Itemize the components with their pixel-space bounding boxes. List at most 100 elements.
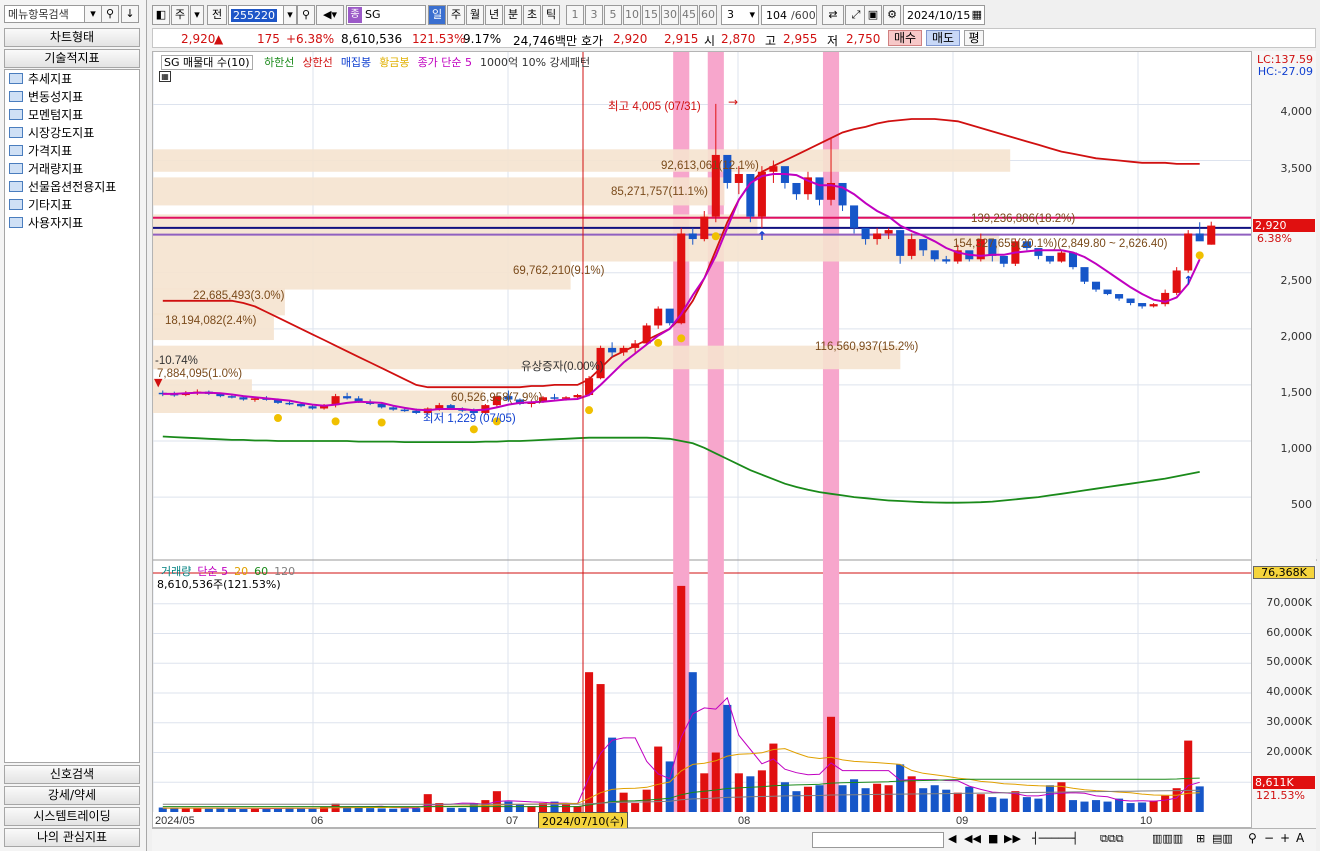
eval-button[interactable]: 평 bbox=[964, 30, 984, 46]
volume-profile-label: 92,613,061(12.1%) bbox=[661, 160, 759, 172]
menu-search-input[interactable]: 메뉴항목검색 bbox=[4, 5, 96, 23]
interval-tab[interactable]: 1 bbox=[566, 5, 584, 25]
interval-tab[interactable]: 10 bbox=[623, 5, 641, 25]
compare-button[interactable]: ⇄ bbox=[822, 5, 844, 25]
candle-body bbox=[1045, 255, 1054, 262]
tree-item[interactable]: 시장강도지표 bbox=[5, 124, 139, 142]
volume-ratio: 121.53% bbox=[412, 32, 466, 46]
legend-item[interactable]: 1000억 10% 강세패턴 bbox=[480, 56, 590, 69]
save-button[interactable]: ▣ bbox=[864, 5, 882, 25]
layout-icon[interactable]: ▥▥▥ bbox=[1152, 832, 1183, 845]
tree-item[interactable]: 선물옵션전용지표 bbox=[5, 178, 139, 196]
quote-bar: 2,920 ▲ 175 +6.38% 8,610,536 121.53% 9.1… bbox=[152, 28, 1316, 48]
sound-button[interactable]: ◀▾ bbox=[316, 5, 344, 25]
layout-button[interactable]: ◧ bbox=[152, 5, 170, 25]
volume-bar bbox=[585, 672, 594, 812]
period-tab[interactable]: 주 bbox=[447, 5, 465, 25]
legend-item[interactable]: 매집봉 bbox=[341, 56, 371, 69]
zoom-in-icon[interactable]: + bbox=[1280, 831, 1290, 845]
volume-bar bbox=[1068, 800, 1078, 812]
tree-item[interactable]: 가격지표 bbox=[5, 142, 139, 160]
dropdown-button[interactable]: ▾ bbox=[84, 5, 102, 23]
legend-item[interactable]: 하한선 bbox=[264, 56, 294, 69]
candle-body bbox=[792, 182, 801, 195]
signal-search-button[interactable]: 신호검색 bbox=[4, 765, 140, 784]
period-tab[interactable]: 초 bbox=[523, 5, 541, 25]
zoom-out-icon[interactable]: − bbox=[1264, 831, 1274, 845]
technical-indicator-tab[interactable]: 기술적지표 bbox=[4, 49, 140, 68]
zoom-slider[interactable]: ┤─────┤ bbox=[1032, 832, 1078, 845]
search-icon: ⚲ bbox=[105, 7, 115, 20]
tree-item[interactable]: 거래량지표 bbox=[5, 160, 139, 178]
stop-icon[interactable]: ■ bbox=[988, 832, 998, 845]
interval-tab[interactable]: 60 bbox=[699, 5, 717, 25]
period-tab[interactable]: 틱 bbox=[542, 5, 560, 25]
tree-item-label: 거래량지표 bbox=[28, 162, 84, 176]
buy-button[interactable]: 매수 bbox=[888, 30, 922, 46]
code-dropdown[interactable]: ▾ bbox=[283, 5, 297, 25]
system-trading-button[interactable]: 시스템트레이딩 bbox=[4, 807, 140, 826]
chart-scrollbar[interactable] bbox=[812, 832, 944, 848]
candle-body bbox=[400, 409, 409, 412]
search-button[interactable]: ⚲ bbox=[101, 5, 119, 23]
chart-panel[interactable]: ↑ ↑ 92,613,061(12.1%) 85,271,757(11.1%) 139,… bbox=[152, 51, 1317, 830]
stock-code-input[interactable]: 255220 bbox=[228, 5, 284, 25]
tree-item[interactable]: 모멘텀지표 bbox=[5, 106, 139, 124]
font-size-icon[interactable]: A bbox=[1296, 831, 1304, 845]
tree-item[interactable]: 기타지표 bbox=[5, 196, 139, 214]
stock-name-field[interactable]: 종 SG bbox=[346, 5, 426, 25]
chevron-down-icon[interactable]: ▾ bbox=[190, 5, 204, 25]
candle-body bbox=[608, 347, 617, 353]
tile-icon[interactable]: ▤▥ bbox=[1212, 832, 1233, 845]
grid-icon[interactable]: ⊞ bbox=[1196, 832, 1205, 845]
date-tick-label: 06 bbox=[311, 815, 323, 827]
legend-item[interactable]: 황금봉 bbox=[379, 56, 409, 69]
window-icon[interactable]: ⧉⧉⧉ bbox=[1100, 832, 1124, 846]
volume-tick-label: 40,000K bbox=[1266, 685, 1312, 698]
forward-icon[interactable]: ▶▶ bbox=[1004, 832, 1021, 845]
period-tab[interactable]: 분 bbox=[504, 5, 522, 25]
price-tick-label: 2,000 bbox=[1280, 329, 1313, 343]
prev-end-icon[interactable]: ◀ bbox=[948, 832, 956, 845]
code-search-button[interactable]: ⚲ bbox=[297, 5, 315, 25]
table-icon[interactable]: ▦ bbox=[159, 71, 171, 82]
legend-item[interactable]: 종가 단순 5 bbox=[418, 56, 472, 69]
legend-item[interactable]: 상한선 bbox=[302, 56, 332, 69]
chart-canvas[interactable]: ↑ ↑ 92,613,061(12.1%) 85,271,757(11.1%) 139,… bbox=[153, 52, 1317, 829]
candle-body bbox=[389, 407, 398, 410]
period-tab[interactable]: 년 bbox=[485, 5, 503, 25]
interval-tab[interactable]: 5 bbox=[604, 5, 622, 25]
volume-bar bbox=[250, 808, 259, 812]
tree-item[interactable]: 사용자지표 bbox=[5, 214, 139, 232]
tree-item-label: 추세지표 bbox=[28, 72, 73, 86]
tree-item-label: 사용자지표 bbox=[28, 216, 84, 230]
tree-item[interactable]: 추세지표 bbox=[5, 70, 139, 88]
candle-body bbox=[1068, 252, 1078, 268]
tree-item[interactable]: 변동성지표 bbox=[5, 88, 139, 106]
prev-toggle[interactable]: 전 bbox=[207, 5, 227, 25]
zoom-icon[interactable]: ⚲ bbox=[1248, 831, 1257, 845]
count-field[interactable]: 104 /600 bbox=[761, 5, 817, 25]
interval-tab[interactable]: 3 bbox=[585, 5, 603, 25]
volume-bar bbox=[1091, 800, 1101, 812]
calendar-icon: ▦ bbox=[971, 8, 982, 21]
settings-button[interactable]: ⚙ bbox=[883, 5, 901, 25]
period-tab[interactable]: 월 bbox=[466, 5, 484, 25]
arrow-down-icon: ↓ bbox=[125, 7, 135, 20]
bull-bear-button[interactable]: 강세/약세 bbox=[4, 786, 140, 805]
price-change: 175 bbox=[257, 32, 280, 46]
date-field[interactable]: 2024/10/15 ▦ bbox=[903, 5, 985, 25]
candle-body bbox=[619, 347, 628, 353]
my-indicators-button[interactable]: 나의 관심지표 bbox=[4, 828, 140, 847]
interval-tab[interactable]: 15 bbox=[642, 5, 660, 25]
interval-tab[interactable]: 30 bbox=[661, 5, 679, 25]
week-toggle[interactable]: 주 bbox=[171, 5, 189, 25]
chart-type-button[interactable]: 차트형태 bbox=[4, 28, 140, 47]
download-button[interactable]: ↓ bbox=[121, 5, 139, 23]
interval-tab[interactable]: 45 bbox=[680, 5, 698, 25]
interval-select[interactable]: 3 ▾ bbox=[721, 5, 759, 25]
sell-button[interactable]: 매도 bbox=[926, 30, 960, 46]
period-tab[interactable]: 일 bbox=[428, 5, 446, 25]
rewind-icon[interactable]: ◀◀ bbox=[964, 832, 981, 845]
candle-body bbox=[930, 250, 939, 260]
